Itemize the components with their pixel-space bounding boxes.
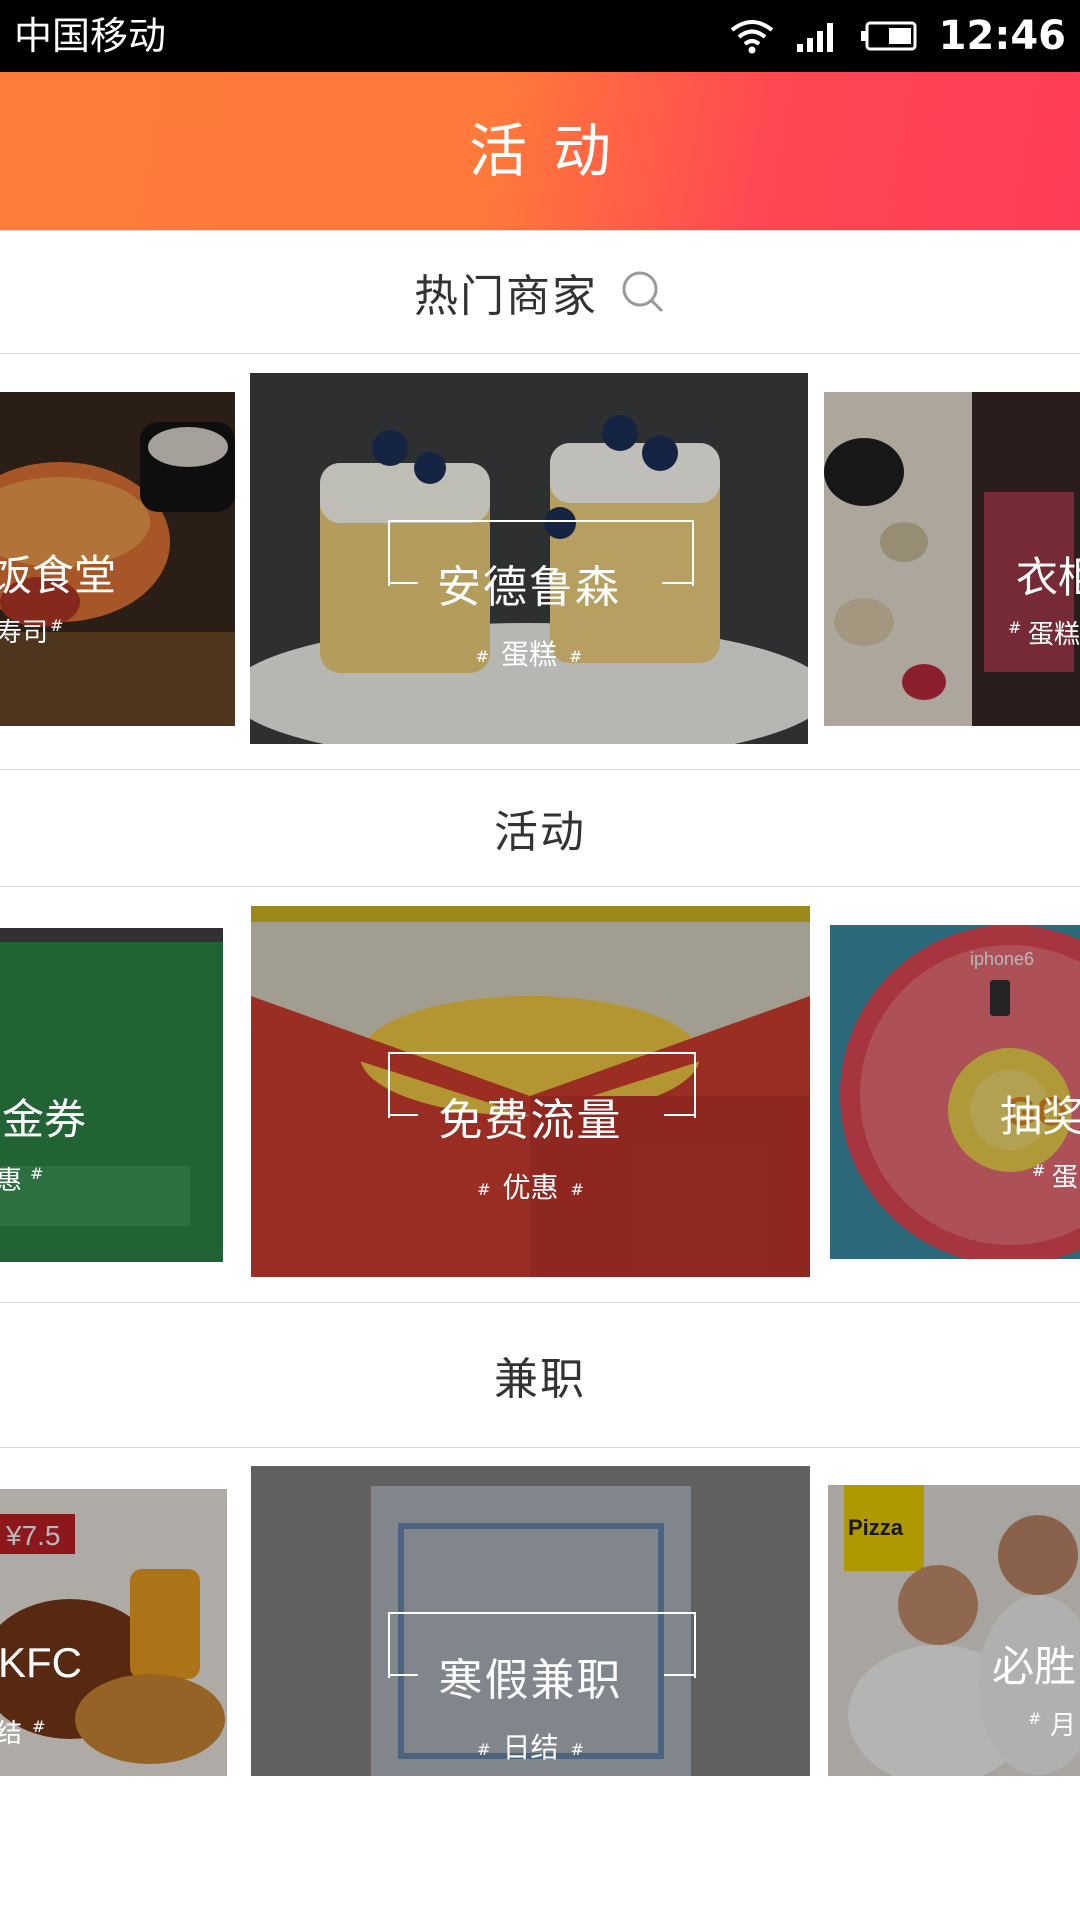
section-header-part-time: 兼职 xyxy=(0,1302,1080,1448)
card-tag: 月 xyxy=(1050,1711,1077,1741)
merchant-card-wardrobe[interactable]: 衣柜 # 蛋糕 xyxy=(824,392,1080,726)
status-bar: 中国移动 12:46 xyxy=(0,0,1080,72)
battery-icon xyxy=(860,21,917,51)
section-title: 热门商家 xyxy=(414,271,598,322)
job-card-winter-break[interactable]: 寒假兼职 # 日结 # xyxy=(251,1466,810,1776)
card-name: 衣柜 xyxy=(1016,553,1080,602)
section-title: 兼职 xyxy=(494,1354,586,1405)
activity-card-coupon[interactable]: 金券 惠 # xyxy=(0,928,223,1262)
activity-card-free-data[interactable]: 免费流量 # 优惠 # xyxy=(251,906,810,1277)
card-tag: 优惠 xyxy=(502,1171,559,1204)
signal-icon xyxy=(796,23,833,52)
section-title: 活动 xyxy=(494,807,586,858)
carrier-name: 中国移动 xyxy=(14,14,167,58)
card-tag: 蛋糕 xyxy=(1028,620,1080,650)
section-header-hot-merchants: 热门商家 xyxy=(0,230,1080,354)
card-name: KFC xyxy=(0,1639,82,1686)
page-title: 活动 xyxy=(468,117,637,185)
tag-hash: # xyxy=(50,616,64,635)
activity-card-lottery[interactable]: GO iphone6 抽奖 # 蛋 xyxy=(830,925,1080,1259)
merchant-card-sushi[interactable]: 饭食堂 寿司 # xyxy=(0,392,235,726)
card-name: 安德鲁森 xyxy=(437,562,621,613)
card-name: 饭食堂 xyxy=(0,551,117,600)
search-icon[interactable] xyxy=(620,269,666,315)
card-name: 免费流量 xyxy=(438,1095,623,1146)
card-tag: 日结 xyxy=(502,1731,559,1764)
card-tag: 惠 xyxy=(0,1166,23,1196)
tag-hash: # xyxy=(1008,618,1022,637)
tag-hash: # xyxy=(30,1164,44,1183)
card-tag: 寿司 xyxy=(0,618,49,648)
tag-hash: # xyxy=(1028,1709,1042,1728)
wifi-icon xyxy=(730,20,773,54)
status-time: 12:46 xyxy=(938,13,1066,59)
card-tag: 蛋糕 xyxy=(500,638,557,671)
tag-hash: # xyxy=(1032,1161,1046,1180)
card-tag: 蛋 xyxy=(1052,1163,1079,1193)
card-name: 金券 xyxy=(2,1095,87,1144)
job-card-pizza-hut[interactable]: Pizza 必胜 # 月 xyxy=(828,1485,1080,1776)
merchant-card-andelusen[interactable]: 安德鲁森 # 蛋糕 # xyxy=(250,373,808,744)
card-tag-row: # 日结 # xyxy=(477,1731,584,1764)
section-header-activities: 活动 xyxy=(0,769,1080,887)
card-tag: 结 xyxy=(0,1719,23,1749)
job-card-kfc[interactable]: ¥7.5 KFC 结 # xyxy=(0,1489,227,1776)
tag-hash: # xyxy=(32,1717,46,1736)
card-name: 抽奖 xyxy=(1000,1092,1080,1141)
card-name: 寒假兼职 xyxy=(438,1655,623,1706)
card-name: 必胜 xyxy=(992,1642,1077,1691)
card-tag-row: # 蛋糕 # xyxy=(475,638,583,671)
app-header: 活动 xyxy=(0,72,1080,230)
card-tag-row: # 优惠 # xyxy=(477,1171,584,1204)
